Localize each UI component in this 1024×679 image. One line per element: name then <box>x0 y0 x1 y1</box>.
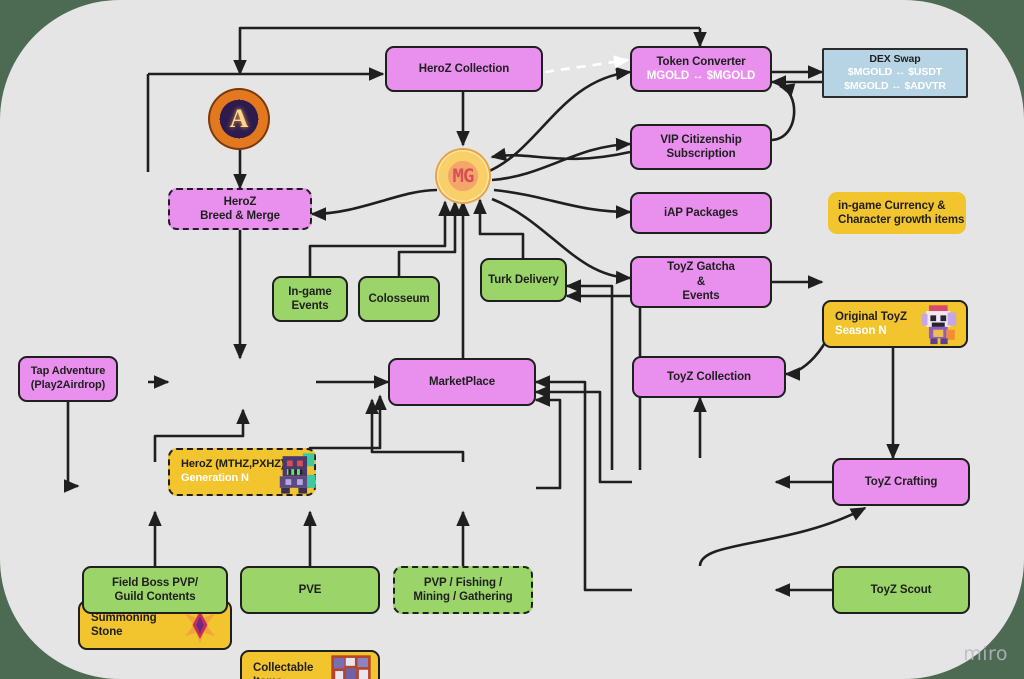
breed-merge-line-2: Breed & Merge <box>200 210 280 222</box>
miro-watermark: miro <box>963 643 1008 665</box>
pvp-fishing-line-1: PVP / Fishing / <box>423 576 503 589</box>
node-turk-delivery[interactable]: Turk Delivery <box>480 258 567 302</box>
node-tap-adventure[interactable]: Tap Adventure (Play2Airdrop) <box>18 356 118 402</box>
node-heroz-item[interactable]: HeroZ (MTHZ,PXHZ) Generation N <box>168 448 316 496</box>
ingame-events-line-2: Events <box>291 300 329 312</box>
node-vip-citizenship[interactable]: VIP Citizenship Subscription <box>630 124 772 170</box>
turk-delivery-label: Turk Delivery <box>488 273 559 286</box>
mgold-coin-icon: MG <box>435 148 491 204</box>
node-field-boss[interactable]: Field Boss PVP/ Guild Contents <box>82 566 228 614</box>
node-heroz-breed-merge[interactable]: HeroZ Breed & Merge <box>168 188 312 230</box>
heroz-item-generation: Generation N <box>181 472 249 484</box>
node-pvp-fishing[interactable]: PVP / Fishing / Mining / Gathering <box>393 566 533 614</box>
tap-adventure-line-2: (Play2Airdrop) <box>30 379 106 391</box>
collectable-items-line-1: Collectable <box>253 661 314 674</box>
toyz-gatcha-line-3: Events <box>682 290 720 303</box>
colosseum-label: Colosseum <box>368 292 430 305</box>
field-boss-line-1: Field Boss PVP/ <box>111 576 199 589</box>
node-heroz-collection[interactable]: HeroZ Collection <box>385 46 543 92</box>
toyz-collection-label: ToyZ Collection <box>667 370 751 383</box>
token-converter-label: Token Converter <box>656 55 746 68</box>
node-toyz-collection[interactable]: ToyZ Collection <box>632 356 786 398</box>
pvp-fishing-line-2: Mining / Gathering <box>413 591 513 603</box>
vip-line-2: Subscription <box>666 148 736 160</box>
tap-adventure-line-1: Tap Adventure <box>30 365 106 378</box>
node-ingame-events[interactable]: In-game Events <box>272 276 348 322</box>
node-colosseum[interactable]: Colosseum <box>358 276 440 322</box>
node-token-converter[interactable]: Token Converter MGOLD ↔ $MGOLD <box>630 46 772 92</box>
collectable-items-sprite <box>331 655 371 679</box>
node-collectable-items[interactable]: Collectable Items <box>240 650 380 679</box>
original-toyz-label: Original ToyZ <box>835 310 907 323</box>
ingame-events-line-1: In-game <box>288 285 332 298</box>
dex-swap-pair-2: $MGOLD ↔ $ADVTR <box>844 79 946 92</box>
ingame-currency-line-1: in-game Currency & <box>838 199 946 212</box>
vip-line-1: VIP Citizenship <box>660 133 742 146</box>
node-ingame-currency[interactable]: in-game Currency & Character growth item… <box>828 192 966 234</box>
breed-merge-line-1: HeroZ <box>223 195 257 208</box>
token-converter-pair: MGOLD ↔ $MGOLD <box>646 70 756 82</box>
heroz-monster-sprite <box>279 453 316 494</box>
original-toyz-season: Season N <box>835 325 887 337</box>
field-boss-line-2: Guild Contents <box>114 591 196 603</box>
dex-swap-pair-1: $MGOLD ↔ $USDT <box>847 66 943 79</box>
marketplace-label: MarketPlace <box>428 375 496 388</box>
toyz-gatcha-line-2: & <box>696 275 706 288</box>
iap-packages-label: iAP Packages <box>663 206 739 219</box>
pve-label: PVE <box>298 583 322 596</box>
dex-swap-label: DEX Swap <box>869 53 921 66</box>
summoning-stone-line-2: Stone <box>91 626 123 638</box>
toyz-scout-label: ToyZ Scout <box>870 583 932 596</box>
node-marketplace[interactable]: MarketPlace <box>388 358 536 406</box>
node-toyz-gatcha[interactable]: ToyZ Gatcha & Events <box>630 256 772 308</box>
node-pve[interactable]: PVE <box>240 566 380 614</box>
advtr-token-icon: A <box>208 88 270 150</box>
node-toyz-crafting[interactable]: ToyZ Crafting <box>832 458 970 506</box>
toyz-crafting-label: ToyZ Crafting <box>864 475 938 488</box>
heroz-collection-label: HeroZ Collection <box>418 62 510 75</box>
node-iap-packages[interactable]: iAP Packages <box>630 192 772 234</box>
node-original-toyz[interactable]: Original ToyZ Season N <box>822 300 968 348</box>
collectable-items-line-2: Items <box>253 675 283 679</box>
ingame-currency-line-2: Character growth items <box>838 214 965 226</box>
heroz-item-label: HeroZ (MTHZ,PXHZ) <box>181 458 285 471</box>
node-dex-swap[interactable]: DEX Swap $MGOLD ↔ $USDT $MGOLD ↔ $ADVTR <box>822 48 968 98</box>
toyz-gatcha-line-1: ToyZ Gatcha <box>667 261 735 274</box>
original-toyz-sprite <box>921 305 957 345</box>
node-toyz-scout[interactable]: ToyZ Scout <box>832 566 970 614</box>
